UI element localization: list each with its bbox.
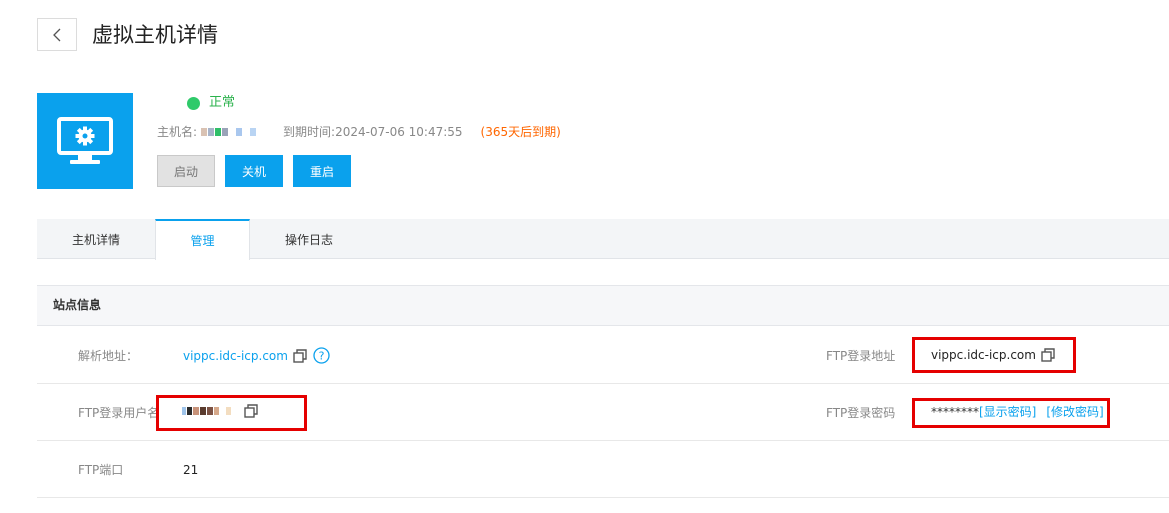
chevron-left-icon <box>53 28 61 41</box>
restart-button[interactable]: 重启 <box>293 155 351 187</box>
host-monitor-icon <box>37 93 133 189</box>
hostname-label: 主机名: <box>157 125 198 139</box>
copy-icon[interactable] <box>293 348 307 363</box>
expire-value: 2024-07-06 10:47:55 <box>335 125 463 139</box>
tab-operation-log[interactable]: 操作日志 <box>250 219 368 259</box>
tab-host-details[interactable]: 主机详情 <box>37 219 155 259</box>
row-divider <box>37 383 1169 384</box>
section-title: 站点信息 <box>37 285 1169 326</box>
status-text: 正常 <box>209 95 236 110</box>
row-divider <box>37 440 1169 441</box>
row-divider <box>37 497 1169 498</box>
tab-manage[interactable]: 管理 <box>155 219 250 260</box>
start-button[interactable]: 启动 <box>157 155 215 187</box>
svg-text:?: ? <box>319 350 325 363</box>
resolve-address-link[interactable]: vippc.idc-icp.com <box>183 348 288 364</box>
ftp-password-label: FTP登录密码 <box>826 406 896 420</box>
expire-note: (365天后到期) <box>480 125 561 139</box>
host-meta: 主机名: 到期时间: 2024-07-06 10:47:55 (365天后到期) <box>157 124 561 140</box>
tab-bar: 主机详情 管理 操作日志 <box>37 219 1169 260</box>
expire-label: 到期时间: <box>283 125 336 139</box>
resolve-label: 解析地址： <box>78 349 139 363</box>
ftp-address-label: FTP登录地址 <box>826 349 896 363</box>
resolve-value-group: vippc.idc-icp.com ? <box>183 347 330 364</box>
help-icon[interactable]: ? <box>313 347 330 364</box>
back-button[interactable] <box>37 18 77 51</box>
status-dot-icon <box>187 96 200 110</box>
ftp-port-value: 21 <box>183 463 199 477</box>
highlight-box <box>156 395 307 431</box>
page-title: 虚拟主机详情 <box>92 23 218 47</box>
hostname-redacted <box>201 128 257 136</box>
status-indicator: 正常 <box>187 94 235 112</box>
stop-button[interactable]: 关机 <box>225 155 283 187</box>
ftp-username-label: FTP登录用户名 <box>78 406 160 420</box>
ftp-port-label: FTP端口 <box>78 463 124 477</box>
highlight-box <box>912 398 1110 428</box>
highlight-box <box>912 337 1076 373</box>
